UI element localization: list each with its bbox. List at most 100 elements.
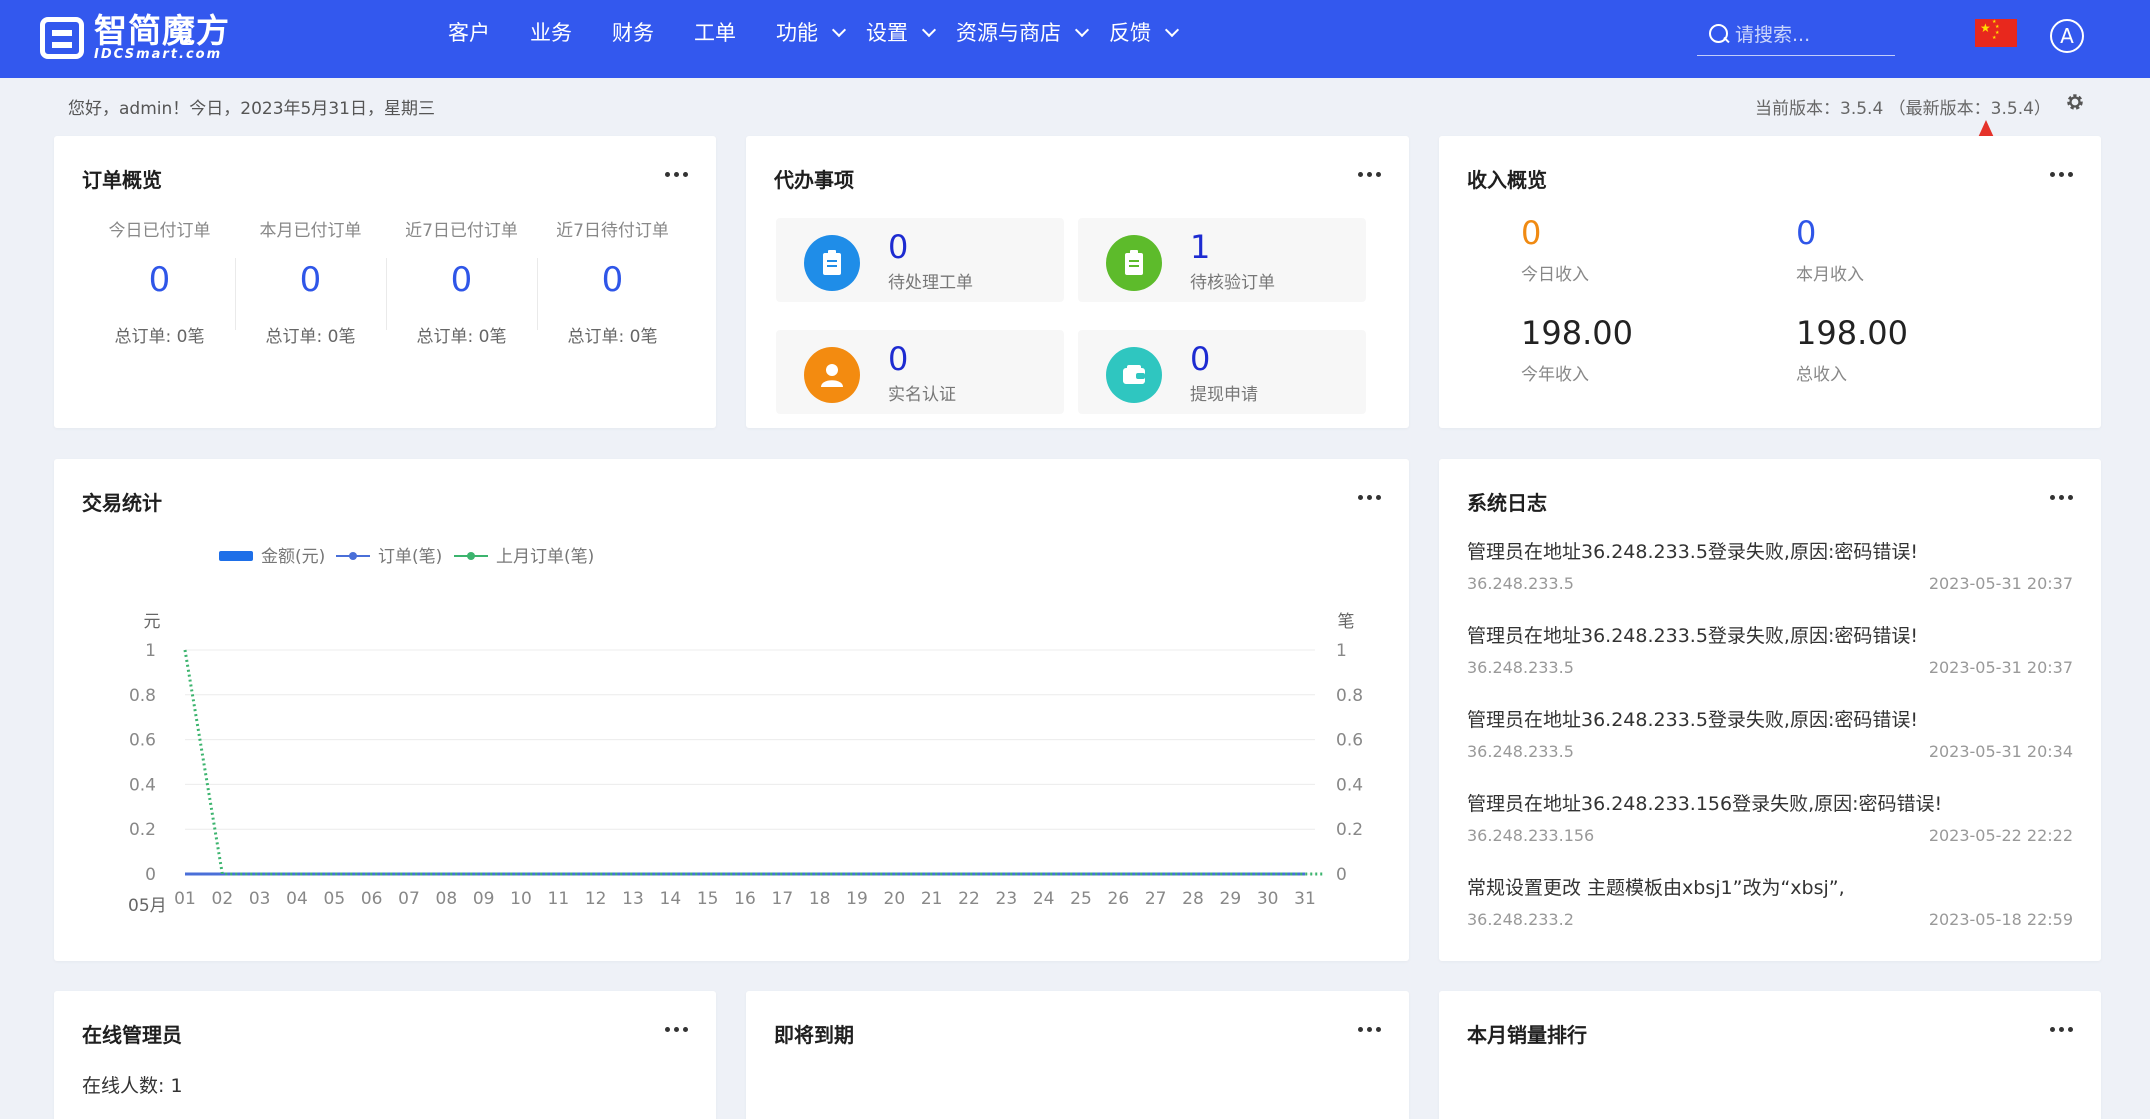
nav-item[interactable]: 工单 [694, 17, 736, 47]
order-stat[interactable]: 今日已付订单 0 总订单: 0笔 [84, 216, 235, 347]
chevron-down-icon [1074, 22, 1090, 37]
trade-stats-card: 交易统计 金额(元) 订单(笔) 上月订单(笔) 元笔 05月 0 0 0.2 0.2 0.4 0.… [54, 459, 1409, 961]
nav-item[interactable]: 资源与商店 [956, 17, 1090, 47]
x-tick: 09 [473, 889, 495, 909]
y-tick-right: 0.2 [1336, 820, 1363, 840]
order-stat-label: 本月已付订单 [259, 221, 362, 241]
todo-label: 提现申请 [1190, 385, 1258, 405]
nav-item[interactable]: 财务 [612, 17, 654, 47]
todo-count: 0 [888, 340, 909, 378]
china-flag-icon[interactable]: ★ ★ ★ ★ ★ [1975, 19, 2017, 47]
order-stat[interactable]: 近7日已付订单 0 总订单: 0笔 [386, 216, 537, 347]
order-stat-value: 0 [299, 260, 322, 300]
x-tick: 06 [361, 889, 383, 909]
log-ip: 36.248.233.5 [1467, 658, 1574, 677]
user-avatar[interactable]: A [2050, 19, 2084, 53]
todo-item[interactable]: 0 待处理工单 [776, 218, 1064, 302]
more-icon[interactable] [665, 1027, 688, 1032]
search-box[interactable] [1697, 14, 1895, 56]
search-icon[interactable] [1709, 23, 1731, 46]
card-title: 订单概览 [82, 168, 162, 192]
more-icon[interactable] [665, 172, 688, 177]
sales-ranking-card: 本月销量排行 [1439, 991, 2101, 1119]
y-axis-right-label: 笔 [1338, 612, 1355, 632]
more-icon[interactable] [1358, 1027, 1381, 1032]
more-icon[interactable] [2050, 172, 2073, 177]
gear-icon[interactable] [2065, 92, 2085, 112]
todo-item[interactable]: 0 提现申请 [1078, 330, 1366, 414]
top-navbar: 智简魔方 IDCSmart.com 客户 业务 财务 工单 功能 设置 资源与商店 反馈 ★ … [0, 0, 2150, 78]
order-stat-label: 今日已付订单 [108, 221, 211, 241]
log-entry: 管理员在地址36.248.233.5登录失败,原因:密码错误! 36.248.23… [1467, 537, 2073, 593]
log-message: 管理员在地址36.248.233.156登录失败,原因:密码错误! [1467, 793, 1943, 815]
x-tick: 14 [660, 889, 682, 909]
x-tick: 12 [585, 889, 607, 909]
x-tick: 03 [249, 889, 271, 909]
main-nav: 客户 业务 财务 工单 功能 设置 资源与商店 反馈 [448, 0, 1199, 64]
more-icon[interactable] [1358, 172, 1381, 177]
legend-label[interactable]: 订单(笔) [378, 547, 442, 567]
log-meta: 36.248.233.2 2023-05-18 22:59 [1467, 910, 2073, 929]
x-tick: 22 [958, 889, 980, 909]
y-tick-right: 0 [1336, 865, 1347, 885]
nav-item[interactable]: 业务 [530, 17, 572, 47]
system-log-card: 系统日志 管理员在地址36.248.233.5登录失败,原因:密码错误! 36.2… [1439, 459, 2101, 961]
nav-item-label: 财务 [612, 21, 654, 45]
x-tick: 10 [510, 889, 532, 909]
nav-item-label: 设置 [866, 21, 908, 45]
income-label: 今年收入 [1521, 365, 1589, 385]
version-text: 当前版本：3.5.4 （最新版本：3.5.4） [1755, 99, 2051, 119]
log-time: 2023-05-22 22:22 [1928, 826, 2073, 845]
nav-item[interactable]: 客户 [448, 17, 490, 47]
more-icon[interactable] [2050, 1027, 2073, 1032]
y-tick-right: 1 [1336, 641, 1347, 661]
order-overview-card: 订单概览 今日已付订单 0 总订单: 0笔 本月已付订单 0 总订单: 0笔 近7日已付订单… [54, 136, 716, 428]
log-ip: 36.248.233.2 [1467, 910, 1574, 929]
y-tick-left: 0.6 [129, 731, 156, 751]
income-card: 收入概览 0 今日收入 0 本月收入 198.00 今年收入 198.00 总收入 [1439, 136, 2101, 428]
clipboard-check-icon [1106, 235, 1162, 291]
income-value: 0 [1796, 214, 1817, 252]
order-stat[interactable]: 近7日待付订单 0 总订单: 0笔 [537, 216, 688, 347]
log-ip: 36.248.233.5 [1467, 574, 1574, 593]
order-stat-total: 总订单: 0笔 [416, 327, 507, 347]
todo-item[interactable]: 1 待核验订单 [1078, 218, 1366, 302]
online-count: 在线人数: 1 [82, 1075, 183, 1097]
legend-swatch[interactable] [219, 551, 253, 561]
x-tick: 21 [921, 889, 943, 909]
todo-count: 1 [1190, 228, 1211, 266]
legend-label[interactable]: 上月订单(笔) [496, 547, 594, 567]
income-value: 0 [1521, 214, 1542, 252]
y-tick-left: 1 [145, 641, 156, 661]
series-line [183, 649, 1323, 876]
nav-item[interactable]: 功能 [776, 17, 847, 47]
search-input[interactable] [1735, 23, 1885, 46]
log-time: 2023-05-31 20:37 [1928, 574, 2073, 593]
greeting-text: 您好，admin！今日，2023年5月31日，星期三 [68, 99, 435, 119]
y-tick-right: 0.8 [1336, 686, 1363, 706]
y-tick-left: 0.4 [129, 775, 156, 795]
log-ip: 36.248.233.156 [1467, 826, 1595, 845]
log-meta: 36.248.233.5 2023-05-31 20:34 [1467, 742, 2073, 761]
income-label: 总收入 [1796, 365, 1847, 385]
expiring-card: 即将到期 [746, 991, 1409, 1119]
log-entry: 管理员在地址36.248.233.156登录失败,原因:密码错误! 36.248.… [1467, 789, 2073, 845]
todo-item[interactable]: 0 实名认证 [776, 330, 1064, 414]
income-value: 198.00 [1521, 314, 1633, 352]
log-time: 2023-05-31 20:37 [1928, 658, 2073, 677]
income-value: 198.00 [1796, 314, 1908, 352]
log-time: 2023-05-18 22:59 [1928, 910, 2073, 929]
legend-label[interactable]: 金额(元) [261, 547, 325, 567]
x-tick: 25 [1070, 889, 1092, 909]
card-title: 系统日志 [1467, 491, 1547, 515]
nav-item[interactable]: 反馈 [1109, 17, 1180, 47]
log-message: 管理员在地址36.248.233.5登录失败,原因:密码错误! [1467, 541, 1918, 563]
order-stat-total: 总订单: 0笔 [567, 327, 658, 347]
order-stat[interactable]: 本月已付订单 0 总订单: 0笔 [235, 216, 386, 347]
nav-item[interactable]: 设置 [866, 17, 937, 47]
logo-subtitle: IDCSmart.com [94, 47, 223, 62]
x-tick: 16 [734, 889, 756, 909]
brand-logo[interactable]: 智简魔方 IDCSmart.com [40, 14, 230, 62]
more-icon[interactable] [2050, 495, 2073, 500]
order-stat-value: 0 [148, 260, 171, 300]
